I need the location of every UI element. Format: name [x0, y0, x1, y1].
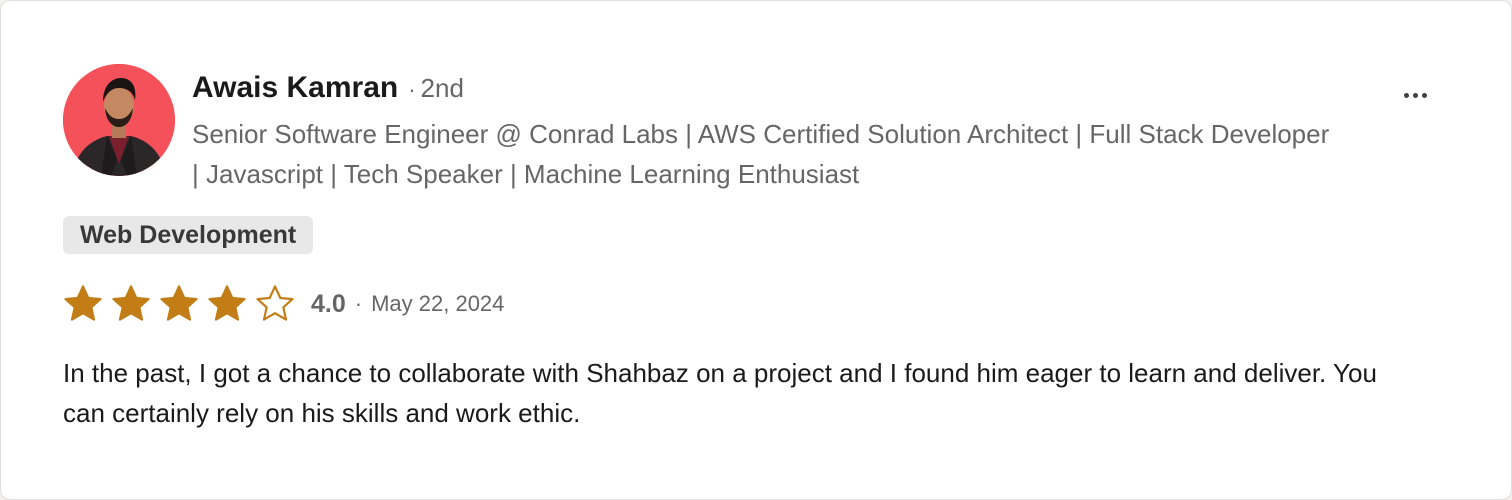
review-date: May 22, 2024 [371, 291, 505, 316]
star-filled-icon [160, 285, 198, 321]
degree-separator: · [408, 77, 416, 102]
rating-separator: · [354, 291, 363, 316]
more-horizontal-icon [1402, 92, 1429, 98]
reviewer-name[interactable]: Awais Kamran [192, 71, 398, 105]
star-empty-icon [256, 285, 294, 321]
reviewer-name-row: Awais Kamran · 2nd [192, 71, 464, 109]
rating-value: 4.0 [311, 289, 346, 318]
avatar[interactable] [63, 64, 175, 176]
star-filled-icon [208, 285, 246, 321]
star-filled-icon [64, 285, 102, 321]
skill-tag: Web Development [63, 216, 314, 254]
profile-photo-image [63, 64, 175, 176]
reviewer-headline: Senior Software Engineer @ Conrad Labs |… [192, 119, 1330, 189]
rating-row: 4.0 · May 22, 2024 [63, 281, 504, 327]
star-rating [63, 284, 303, 324]
connection-degree: 2nd [420, 73, 464, 103]
star-filled-icon [112, 285, 150, 321]
review-card: Awais Kamran · 2nd Senior Software Engin… [0, 0, 1512, 500]
more-options-button[interactable] [1393, 77, 1437, 113]
review-text: In the past, I got a chance to collabora… [63, 358, 1377, 428]
